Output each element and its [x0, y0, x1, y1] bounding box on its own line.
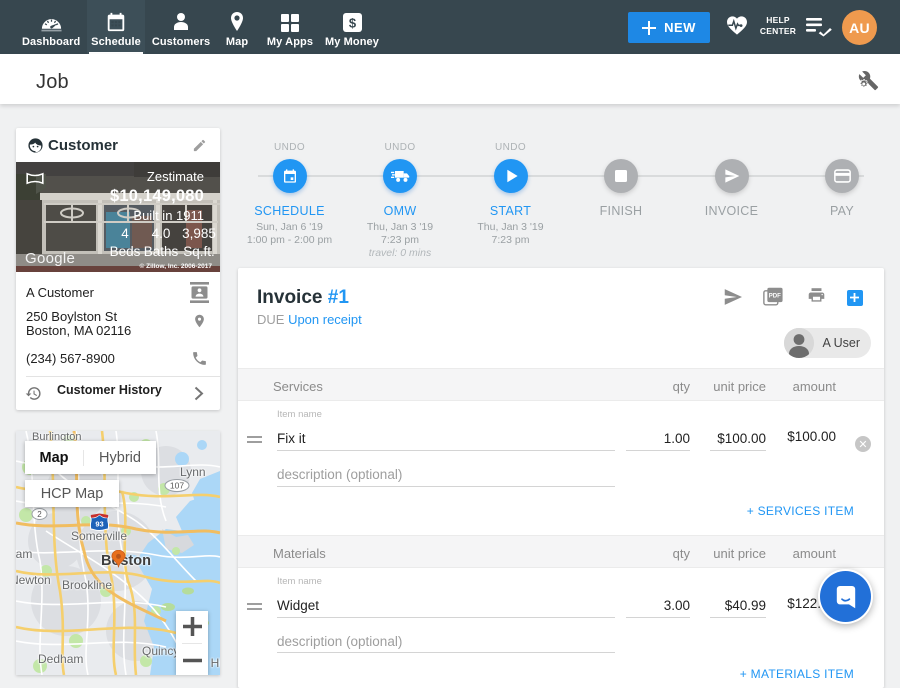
svg-text:PDF: PDF	[769, 292, 781, 299]
svg-text:$: $	[348, 16, 356, 31]
svg-text:93: 93	[95, 520, 103, 529]
svg-text:107: 107	[170, 481, 184, 491]
svg-text:2: 2	[37, 510, 42, 519]
